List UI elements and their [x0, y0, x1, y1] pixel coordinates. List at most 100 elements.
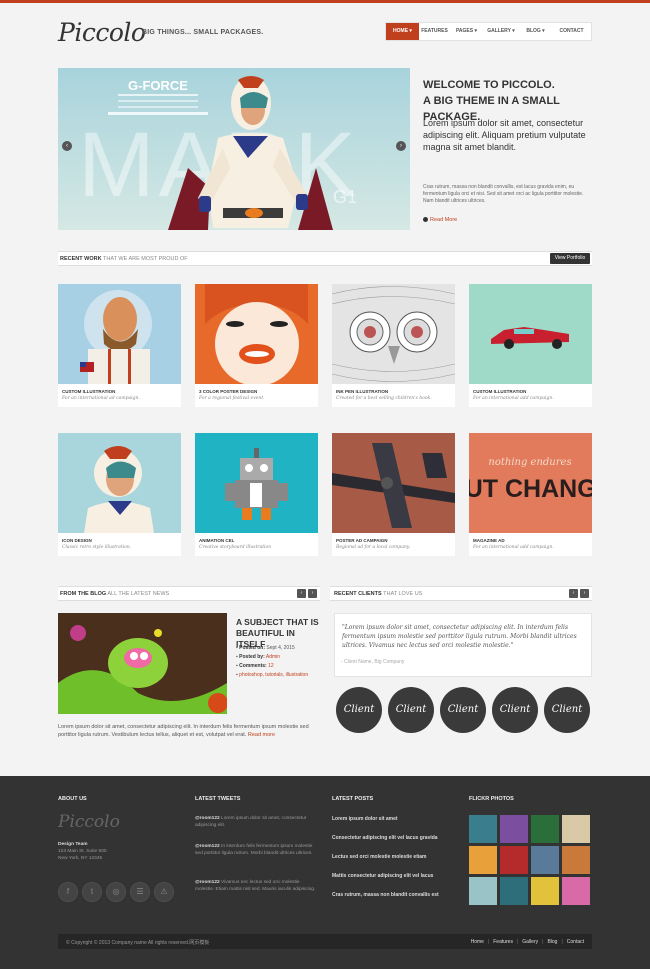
portfolio-card[interactable]: 3 COLOR POSTER DESIGN For a regional fes…	[195, 284, 318, 407]
tweet: @room122 Vivamus nec lectus sed orci mol…	[195, 879, 320, 893]
logo[interactable]: Piccolo	[58, 18, 146, 47]
footer-addr2: New York, NY 12345	[58, 856, 103, 861]
client-logo[interactable]: Client	[492, 687, 538, 733]
nav-blog[interactable]: BLOG ▾	[519, 23, 552, 40]
portfolio-desc: For an international add campaign.	[473, 396, 554, 401]
comments-row: ▪ Comments: 12	[236, 662, 326, 671]
flickr-photo[interactable]	[469, 846, 497, 874]
footer-post-link[interactable]: Cras rutrum, massa non blandit convallis…	[332, 892, 439, 898]
comments-link[interactable]: 12	[268, 663, 274, 669]
footer-logo: Piccolo	[58, 812, 120, 832]
recent-work-title-bold: RECENT WORK	[60, 256, 102, 262]
flickr-photo[interactable]	[531, 877, 559, 905]
flickr-photo[interactable]	[500, 815, 528, 843]
clients-bar: RECENT CLIENTS THAT LOVE US	[330, 586, 592, 601]
nav-pages[interactable]: PAGES ▾	[450, 23, 483, 40]
portfolio-title: 3 COLOR POSTER DESIGN	[199, 389, 258, 394]
blog-post-meta: ▪ Posted on: Sept 4, 2015 ▪ Posted by: A…	[236, 644, 326, 680]
hero-prev-button[interactable]: ‹	[62, 141, 72, 151]
arrow-circle-icon	[423, 217, 428, 223]
view-portfolio-button[interactable]: View Portfolio	[550, 253, 590, 264]
tweet-user[interactable]: @room122	[195, 844, 220, 849]
footer-link-gallery[interactable]: Gallery	[522, 939, 538, 945]
twitter-icon[interactable]: t	[82, 882, 102, 902]
footer-link-home[interactable]: Home	[471, 939, 484, 945]
footer-separator: |	[561, 939, 563, 945]
flickr-photo[interactable]	[562, 846, 590, 874]
welcome-lead: Lorem ipsum dolor sit amet, consectetur …	[423, 118, 586, 152]
flickr-photo[interactable]	[500, 877, 528, 905]
footer-link-contact[interactable]: Contact	[567, 939, 584, 945]
testimonial-author: - Client Name, Big Company	[341, 659, 405, 665]
clients-prev-button[interactable]: ‹	[569, 589, 578, 598]
footer-post-link[interactable]: Lorem ipsum dolor sit amet	[332, 816, 398, 822]
tweet-user[interactable]: @room122	[195, 880, 220, 885]
posted-on-label: Posted on:	[239, 645, 266, 651]
client-logo[interactable]: Client	[388, 687, 434, 733]
welcome-readmore-link[interactable]: Read More	[423, 217, 457, 223]
flickr-photo[interactable]	[562, 877, 590, 905]
client-logo[interactable]: Client	[440, 687, 486, 733]
portfolio-card[interactable]: CUSTOM ILLUSTRATION For an international…	[469, 284, 592, 407]
portfolio-card[interactable]: CUSTOM ILLUSTRATION For an international…	[58, 284, 181, 407]
recent-work-title: RECENT WORK THAT WE ARE MOST PROUD OF	[60, 256, 188, 262]
nav-features[interactable]: FEATURES	[419, 23, 450, 40]
flickr-grid	[469, 815, 591, 905]
nav-gallery[interactable]: GALLERY ▾	[483, 23, 519, 40]
tags-link[interactable]: photoshop, tutorials, illustration	[239, 672, 308, 678]
posted-by-row: ▪ Posted by: Admin	[236, 653, 326, 662]
forrst-icon[interactable]: ⚠	[154, 882, 174, 902]
portfolio-card[interactable]: nothing endures BUT CHANGE MAGAZINE AD Fo…	[469, 433, 592, 556]
portfolio-card[interactable]: ICON DESIGN Classic retro style illustra…	[58, 433, 181, 556]
portfolio-card[interactable]: POSTER AD CAMPAIGN Regional ad for a loc…	[332, 433, 455, 556]
tweet: @room122 Lorem ipsum dolor sit amet, con…	[195, 815, 320, 829]
clients-section-title: RECENT CLIENTS THAT LOVE US	[334, 591, 422, 597]
footer-post-link[interactable]: Mattis consectetur adipiscing elit vel l…	[332, 873, 433, 879]
hero-slider[interactable]: MARK G-FORCE G1	[58, 68, 410, 230]
posted-by-link[interactable]: Admin	[266, 654, 280, 660]
footer-about-title: ABOUT US	[58, 796, 87, 802]
footer-link-features[interactable]: Features	[493, 939, 513, 945]
blog-post-image[interactable]	[58, 613, 227, 714]
copyright: © Copyright © 2013 Company name All righ…	[66, 940, 210, 946]
nav-contact[interactable]: CONTACT	[552, 23, 591, 40]
portfolio-desc: Regional ad for a local company.	[336, 545, 411, 550]
client-logo[interactable]: Client	[336, 687, 382, 733]
footer-link-blog[interactable]: Blog	[547, 939, 557, 945]
client-logo[interactable]: Client	[544, 687, 590, 733]
footer-post-link[interactable]: Consectetur adipiscing elit vel lacus gr…	[332, 835, 438, 841]
facebook-icon[interactable]: f	[58, 882, 78, 902]
hero-small-title: G-FORCE	[128, 78, 188, 93]
hero-next-button[interactable]: ›	[396, 141, 406, 151]
hero-badge: G1	[333, 187, 357, 207]
flickr-photo[interactable]	[531, 846, 559, 874]
flickr-photo[interactable]	[469, 815, 497, 843]
blog-prev-button[interactable]: ‹	[297, 589, 306, 598]
footer-posts-title: LATEST POSTS	[332, 796, 374, 802]
flickr-photo[interactable]	[500, 846, 528, 874]
posted-by-label: Posted by:	[239, 654, 265, 660]
portfolio-desc: Creative storyboard illustration	[199, 545, 272, 550]
blog-readmore-link[interactable]: Read more	[248, 732, 275, 738]
portfolio-image	[58, 284, 181, 384]
blog-next-button[interactable]: ›	[308, 589, 317, 598]
portfolio-card[interactable]: ANIMATION CEL Creative storyboard illust…	[195, 433, 318, 556]
hero-illustration: MARK G-FORCE G1	[78, 76, 357, 230]
clients-next-button[interactable]: ›	[580, 589, 589, 598]
flickr-photo[interactable]	[531, 815, 559, 843]
nav-home[interactable]: HOME ▾	[386, 23, 419, 40]
portfolio-title: POSTER AD CAMPAIGN	[336, 538, 388, 543]
footer-post-link[interactable]: Lectus sed orci molestie molestie etiam	[332, 854, 426, 860]
welcome-body: Cras rutrum, massa non blandit convallis…	[423, 184, 584, 204]
rss-icon[interactable]: ☰	[130, 882, 150, 902]
flickr-photo[interactable]	[469, 877, 497, 905]
portfolio-card[interactable]: INK PEN ILLUSTRATION Created for a best …	[332, 284, 455, 407]
portfolio-image	[332, 433, 455, 533]
clients-subtitle: THAT LOVE US	[383, 591, 423, 597]
tweet-user[interactable]: @room122	[195, 816, 220, 821]
flickr-photo[interactable]	[562, 815, 590, 843]
blog-bar: FROM THE BLOG ALL THE LATEST NEWS	[58, 586, 320, 601]
welcome-readmore-label: Read More	[430, 217, 458, 223]
portfolio-title: CUSTOM ILLUSTRATION	[473, 389, 527, 394]
dribbble-icon[interactable]: ◎	[106, 882, 126, 902]
